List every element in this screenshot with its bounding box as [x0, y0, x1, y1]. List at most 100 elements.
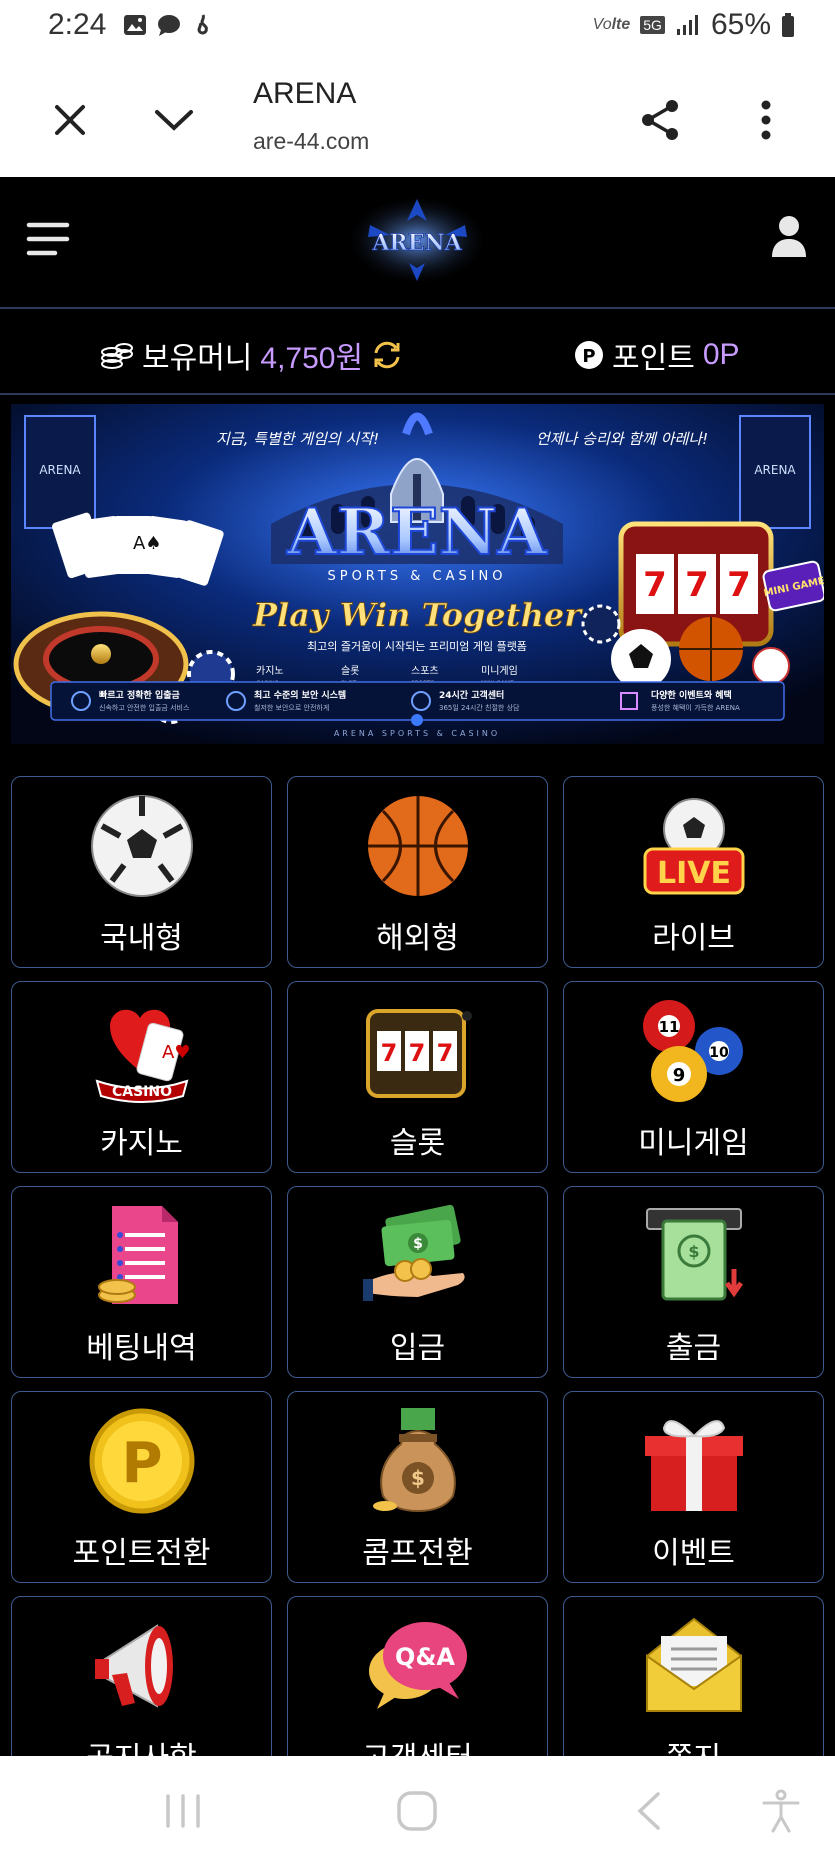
banner-top-left-text: 지금, 특별한 게임의 시작!: [216, 430, 379, 448]
banner-cat-minigame: 미니게임: [481, 664, 518, 677]
close-button[interactable]: [40, 90, 100, 150]
menu-tile-bet-history[interactable]: 베팅내역: [11, 1186, 272, 1378]
status-bar: 2:24 Volte 5G 65%: [0, 0, 835, 55]
banner-feature-2-title: 최고 수준의 보안 시스템: [254, 689, 346, 701]
svg-text:A♥: A♥: [162, 1042, 190, 1063]
notification-icon: [197, 14, 208, 35]
menu-tile-casino[interactable]: A♥ CASINO 카지노: [11, 981, 272, 1173]
svg-text:7: 7: [381, 1039, 398, 1067]
banner-pagination-dot: [411, 714, 423, 726]
money-balance: 보유머니 4,750원: [100, 333, 403, 377]
svg-text:9: 9: [673, 1065, 686, 1086]
svg-text:$: $: [688, 1242, 699, 1261]
menu-tile-comp-convert[interactable]: $ 콤프전환: [287, 1391, 548, 1583]
chevron-down-icon: [155, 110, 193, 131]
volte-icon: Volte: [592, 16, 631, 33]
menu-label: 베팅내역: [86, 1332, 197, 1365]
recent-apps-icon[interactable]: [158, 1786, 208, 1836]
banner-tagline: Play Win Together: [252, 596, 583, 634]
megaphone-icon: [95, 1624, 173, 1708]
close-icon: [55, 105, 85, 135]
menu-label: 미니게임: [638, 1127, 749, 1160]
accessibility-icon[interactable]: [756, 1786, 806, 1836]
menu-tile-minigame[interactable]: 11 10 9 미니게임: [563, 981, 824, 1173]
svg-text:A♠: A♠: [133, 533, 161, 554]
points-label: 포인트: [612, 342, 695, 375]
menu-tile-withdraw[interactable]: $ 출금: [563, 1186, 824, 1378]
menu-tile-event[interactable]: 이벤트: [563, 1391, 824, 1583]
points-value: 0P: [702, 338, 740, 371]
banner-title: ARENA: [286, 495, 548, 570]
banner-subtitle: SPORTS & CASINO: [327, 569, 506, 584]
svg-text:ARENA: ARENA: [39, 463, 81, 477]
battery-icon: [782, 13, 794, 37]
banner-cat-sports: 스포츠: [411, 665, 439, 677]
site-logo[interactable]: ARENA: [350, 195, 485, 285]
share-icon: [642, 100, 678, 140]
svg-text:철저한 보안으로 안전하게: 철저한 보안으로 안전하게: [254, 703, 329, 712]
menu-tile-overseas[interactable]: 해외형: [287, 776, 548, 968]
svg-text:풍성한 혜택이 가득한 ARENA: 풍성한 혜택이 가득한 ARENA: [651, 703, 740, 712]
banner-feature-3-title: 24시간 고객센터: [439, 689, 504, 701]
deposit-icon: $: [363, 1204, 465, 1301]
qna-icon: Q&A: [369, 1622, 467, 1709]
svg-text:Q&A: Q&A: [395, 1643, 455, 1671]
browser-toolbar: ARENA are-44.com: [0, 55, 835, 178]
banner-artwork: ARENA ARENA 지금, 특별한 게임의 시작! 언제나 승리와 함께 아…: [11, 404, 824, 744]
svg-text:$: $: [413, 1236, 423, 1252]
svg-text:365일 24시간 친절한 상담: 365일 24시간 친절한 상담: [439, 703, 520, 712]
menu-tile-slot[interactable]: 777 슬롯: [287, 981, 548, 1173]
url-text[interactable]: are-44.com: [253, 128, 369, 155]
minimize-button[interactable]: [144, 90, 204, 150]
page-title: ARENA: [253, 77, 357, 110]
back-icon[interactable]: [626, 1786, 676, 1836]
status-time: 2:24: [48, 8, 107, 41]
withdraw-icon: $: [646, 1208, 744, 1301]
more-vertical-icon: [761, 100, 771, 140]
banner-cat-slot: 슬롯: [341, 665, 359, 677]
share-button[interactable]: [630, 90, 690, 150]
svg-text:7: 7: [727, 565, 751, 605]
banner-top-right-text: 언제나 승리와 함께 아레나!: [536, 430, 708, 448]
point-balance: P 포인트 0P: [574, 333, 740, 377]
menu-label: 국내형: [100, 922, 183, 955]
menu-label: 라이브: [652, 922, 735, 955]
menu-label: 포인트전환: [72, 1537, 211, 1570]
hamburger-menu-icon[interactable]: [26, 217, 70, 261]
billiard-balls-icon: 11 10 9: [643, 1000, 743, 1102]
refresh-icon[interactable]: [371, 339, 403, 371]
chat-icon: [158, 15, 180, 36]
casino-cards-icon: A♥ CASINO: [95, 1009, 190, 1103]
svg-text:7: 7: [643, 565, 667, 605]
menu-label: 콤프전환: [362, 1537, 473, 1570]
svg-text:7: 7: [685, 565, 709, 605]
system-navigation-bar: [0, 1756, 835, 1862]
money-value: 4,750원: [260, 342, 364, 375]
svg-text:P: P: [582, 346, 595, 367]
menu-tile-deposit[interactable]: $ 입금: [287, 1186, 548, 1378]
bet-history-icon: [98, 1206, 178, 1304]
battery-percent: 65%: [710, 8, 771, 41]
home-icon[interactable]: [392, 1786, 442, 1836]
logo-text: ARENA: [371, 230, 462, 256]
svg-text:CASINO: CASINO: [112, 1084, 172, 1100]
svg-text:11: 11: [659, 1018, 680, 1036]
soccer-ball-icon: [91, 795, 193, 897]
promo-banner[interactable]: ARENA ARENA 지금, 특별한 게임의 시작! 언제나 승리와 함께 아…: [11, 404, 824, 744]
menu-label: 출금: [665, 1332, 722, 1365]
svg-text:ARENA: ARENA: [754, 463, 796, 477]
banner-feature-1-title: 빠르고 정확한 입출금: [99, 689, 181, 701]
menu-label: 카지노: [100, 1127, 183, 1160]
basketball-icon: [368, 796, 468, 896]
more-options-button[interactable]: [736, 90, 796, 150]
money-label: 보유머니: [142, 342, 253, 375]
banner-cat-casino: 카지노: [256, 665, 284, 677]
svg-text:LIVE: LIVE: [657, 856, 731, 891]
menu-label: 슬롯: [389, 1127, 446, 1160]
money-bag-icon: $: [373, 1408, 456, 1513]
user-profile-icon[interactable]: [771, 215, 807, 259]
menu-tile-live[interactable]: LIVE 라이브: [563, 776, 824, 968]
menu-tile-point-convert[interactable]: P 포인트전환: [11, 1391, 272, 1583]
menu-tile-domestic[interactable]: 국내형: [11, 776, 272, 968]
menu-label: 입금: [389, 1332, 446, 1365]
